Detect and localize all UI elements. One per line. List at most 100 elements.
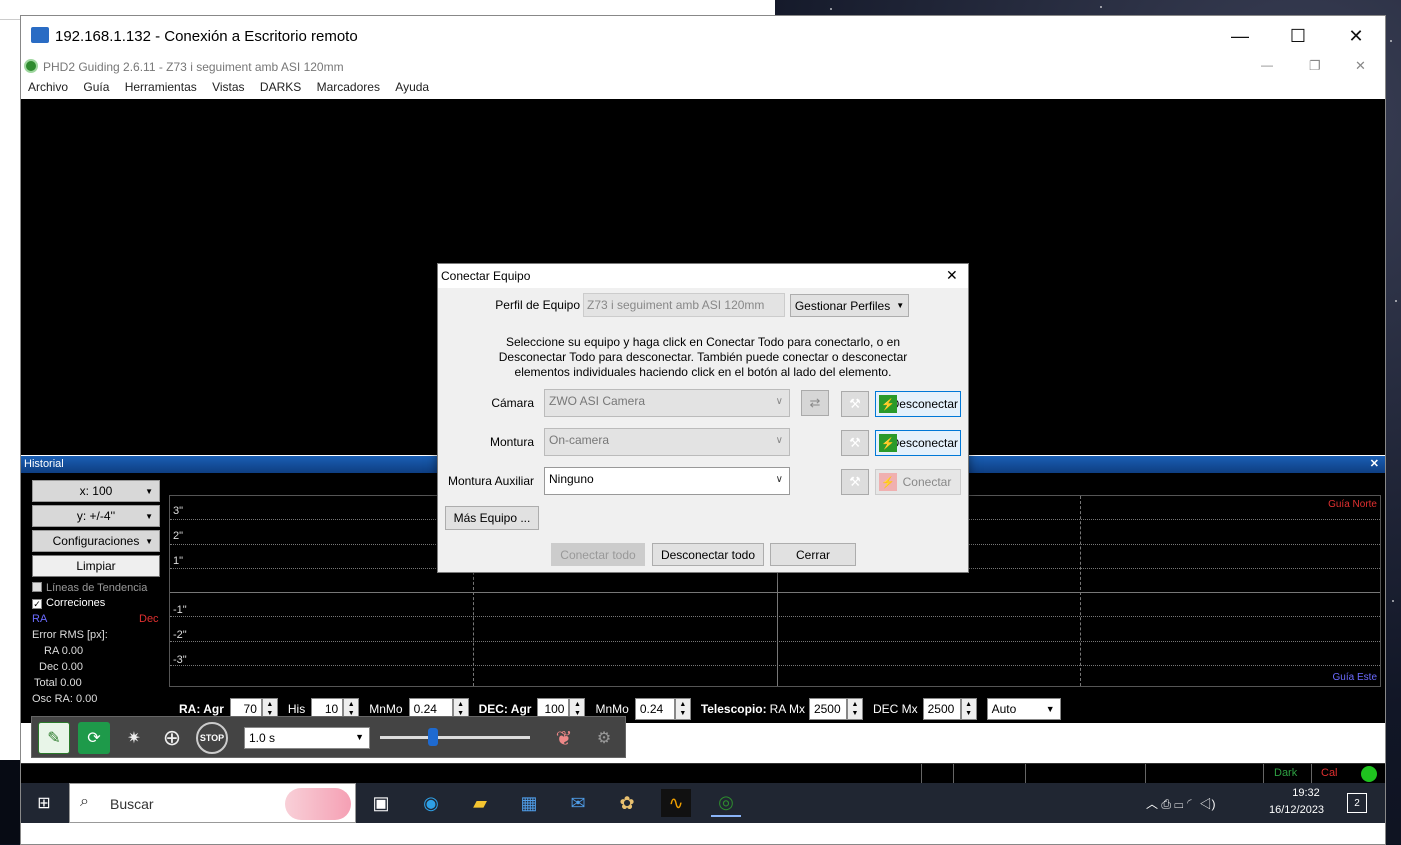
grid-line: [170, 641, 1380, 642]
y-scale-dropdown[interactable]: y: +/-4'' ▼: [32, 505, 160, 527]
mode-value: Auto: [991, 702, 1017, 716]
camera-setup-icon[interactable]: ⚒: [841, 391, 869, 417]
windows-start-icon[interactable]: ⊞: [29, 789, 59, 817]
ra-legend: RA: [32, 613, 48, 625]
mail-icon[interactable]: ✉: [563, 789, 593, 817]
dialog-close-button[interactable]: ✕: [946, 267, 958, 284]
x-scale-label: x: 100: [79, 484, 113, 498]
menu-archivo[interactable]: Archivo: [28, 78, 68, 96]
y-label: -1": [173, 604, 187, 616]
camera-settings-icon[interactable]: ⚙: [588, 722, 620, 754]
dec-mnmo-input[interactable]: 0.24: [634, 698, 675, 720]
clock-time[interactable]: 19:32: [1283, 787, 1329, 799]
gamma-slider-thumb[interactable]: [428, 728, 438, 746]
close-dialog-button[interactable]: Cerrar: [770, 543, 856, 566]
app-icon[interactable]: ∿: [661, 789, 691, 817]
manage-profiles-button[interactable]: Gestionar Perfiles ▼: [790, 294, 909, 317]
phd2-taskbar-icon[interactable]: ◎: [711, 789, 741, 817]
crosshair-icon[interactable]: ⊕: [156, 722, 188, 754]
clear-button[interactable]: Limpiar: [32, 555, 160, 577]
phd-close-button[interactable]: ✕: [1355, 58, 1366, 74]
phd-minimize-button[interactable]: —: [1261, 58, 1273, 72]
menu-herramientas[interactable]: Herramientas: [125, 78, 197, 96]
gamma-slider-track[interactable]: [380, 736, 530, 739]
mount-button-label: Desconectar: [890, 436, 958, 450]
ra-mx-spinner[interactable]: ▲ ▼: [846, 698, 863, 720]
mode-dropdown[interactable]: Auto ▼: [986, 698, 1061, 720]
menu-darks[interactable]: DARKS: [260, 78, 301, 96]
chevron-down-icon: ∨: [775, 435, 783, 446]
aux-mount-setup-icon[interactable]: ⚒: [841, 469, 869, 495]
his-label: His: [287, 702, 306, 716]
more-equipment-button[interactable]: Más Equipo ...: [445, 506, 539, 530]
dec-mx-input[interactable]: 2500: [922, 698, 961, 720]
connect-equipment-dialog: Conectar Equipo ✕ Perfil de Equipo Z73 i…: [437, 263, 969, 573]
dec-mx-spinner[interactable]: ▲ ▼: [960, 698, 977, 720]
mount-setup-icon[interactable]: ⚒: [841, 430, 869, 456]
aux-mount-dropdown[interactable]: Ninguno ∨: [544, 467, 790, 495]
mount-disconnect-button[interactable]: ⚡ Desconectar: [875, 430, 961, 456]
windows-taskbar: ⊞ ⌕ Buscar ▣ ◉ ▰ ▦ ✉ ✿ ∿ ◎ ︿ ⎙ ▭ ◜ ◁) 19…: [21, 783, 1385, 823]
file-explorer-icon[interactable]: ▰: [465, 789, 495, 817]
dec-mnmo-spinner[interactable]: ▲ ▼: [674, 698, 691, 720]
auto-select-star-icon[interactable]: ✷: [118, 722, 150, 754]
osc-ra: Osc RA: 0.00: [32, 693, 98, 705]
menu-ayuda[interactable]: Ayuda: [395, 78, 429, 96]
menu-guia[interactable]: Guía: [83, 78, 109, 96]
phd-restore-button[interactable]: ❐: [1309, 58, 1321, 74]
camera-disconnect-button[interactable]: ⚡ Desconectar: [875, 391, 961, 417]
y-label: 2": [173, 530, 184, 542]
camera-dropdown[interactable]: ZWO ASI Camera ∨: [544, 389, 790, 417]
connection-indicator-icon: [1361, 766, 1377, 782]
connect-all-button[interactable]: Conectar todo: [551, 543, 645, 566]
corrections-checkbox[interactable]: ✓ Correciones: [32, 597, 105, 609]
rdp-title-bar: 192.168.1.132 - Conexión a Escritorio re…: [21, 16, 1385, 56]
camera-swap-icon[interactable]: ⇄: [801, 390, 829, 416]
tray-icons[interactable]: ︿ ⎙ ▭ ◜ ◁): [1146, 795, 1216, 812]
search-highlight-image: [285, 788, 351, 820]
mount-dropdown[interactable]: On-camera ∨: [544, 428, 790, 456]
ra-mx-label: RA Mx: [769, 702, 805, 716]
ra-mx-input[interactable]: 2500: [808, 698, 847, 720]
dec-legend: Dec: [139, 613, 159, 625]
paint-icon[interactable]: ✿: [612, 789, 642, 817]
history-close-button[interactable]: ✕: [1370, 457, 1379, 470]
taskbar-search[interactable]: ⌕ Buscar: [69, 783, 356, 823]
exposure-dropdown[interactable]: 1.0 s ▼: [244, 727, 370, 749]
notification-icon[interactable]: 2: [1347, 793, 1367, 813]
menu-marcadores[interactable]: Marcadores: [317, 78, 380, 96]
disconnect-all-button[interactable]: Desconectar todo: [652, 543, 764, 566]
search-icon: ⌕: [80, 793, 89, 810]
y-scale-label: y: +/-4'': [76, 509, 116, 523]
plug-icon: ⚡: [879, 395, 897, 413]
loop-icon[interactable]: ✎: [38, 722, 70, 754]
store-icon[interactable]: ▦: [514, 789, 544, 817]
phd-app-icon: [24, 59, 38, 73]
rdp-close-button[interactable]: ✕: [1327, 16, 1385, 56]
plug-icon: ⚡: [879, 473, 897, 491]
aux-mount-label: Montura Auxiliar: [447, 474, 534, 488]
refresh-icon[interactable]: ⟳: [78, 722, 110, 754]
rdp-minimize-button[interactable]: —: [1211, 16, 1269, 56]
aux-mount-connect-button[interactable]: ⚡ Conectar: [875, 469, 961, 495]
settings-dropdown[interactable]: Configuraciones ▼: [32, 530, 160, 552]
stop-icon[interactable]: STOP: [196, 722, 228, 754]
clock-date[interactable]: 16/12/2023: [1269, 804, 1324, 816]
search-placeholder: Buscar: [110, 796, 154, 812]
rdp-maximize-button[interactable]: ☐: [1269, 16, 1327, 56]
brain-icon[interactable]: ❦: [548, 722, 580, 754]
edge-icon[interactable]: ◉: [416, 789, 446, 817]
menu-vistas[interactable]: Vistas: [212, 78, 244, 96]
corrections-label: Correciones: [46, 597, 106, 609]
task-view-icon[interactable]: ▣: [366, 789, 396, 817]
profile-dropdown[interactable]: Z73 i seguiment amb ASI 120mm: [583, 293, 785, 317]
chevron-down-icon: ▼: [1045, 704, 1055, 714]
chevron-down-icon: ∨: [775, 474, 783, 485]
chevron-down-icon: ▼: [896, 301, 905, 310]
x-scale-dropdown[interactable]: x: 100 ▼: [32, 480, 160, 502]
guide-east-label: Guía Este: [1332, 672, 1377, 683]
menu-bar: Archivo Guía Herramientas Vistas DARKS M…: [21, 78, 1385, 98]
trend-lines-checkbox[interactable]: Líneas de Tendencia: [32, 582, 147, 594]
camera-value: ZWO ASI Camera: [549, 394, 646, 408]
telescope-label: Telescopio:: [700, 702, 767, 716]
